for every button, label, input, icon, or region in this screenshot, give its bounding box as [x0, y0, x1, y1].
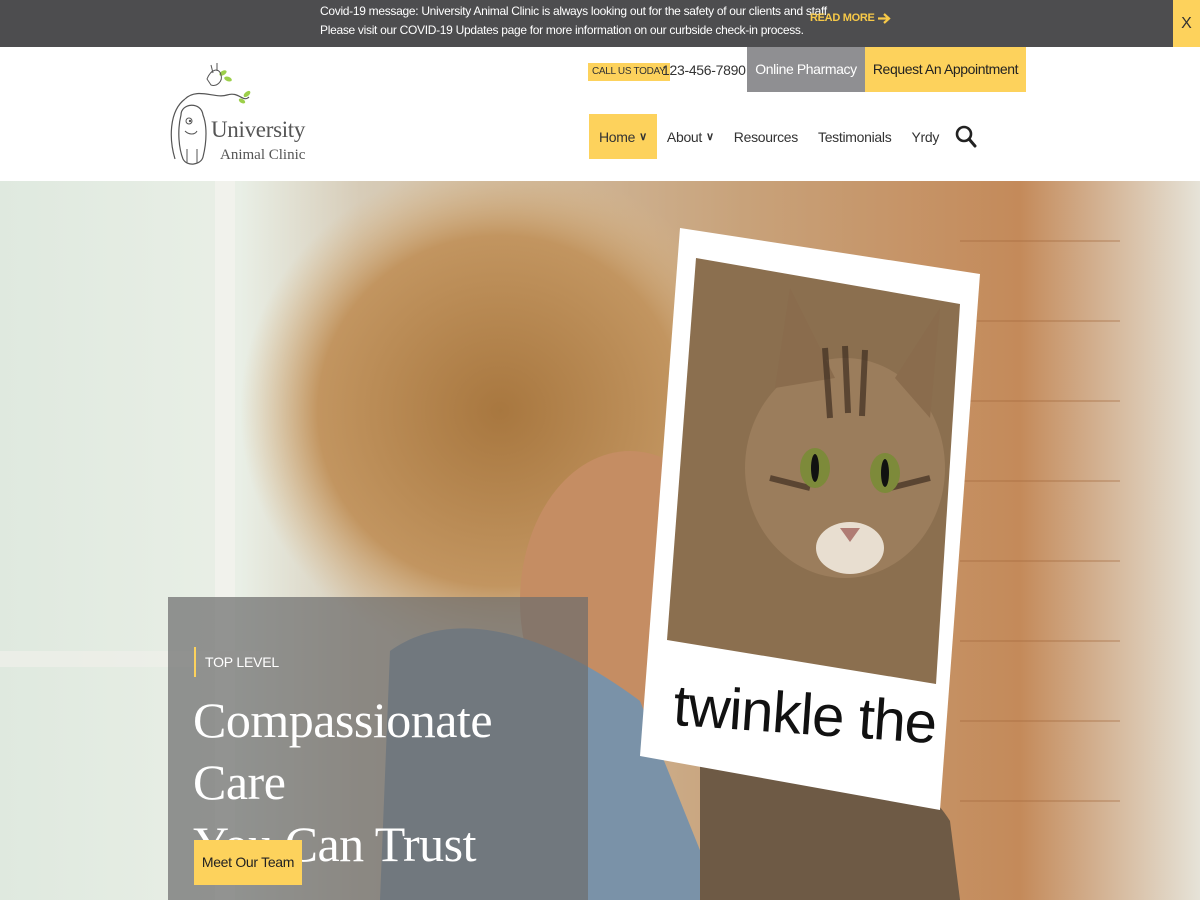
nav-item-resources[interactable]: Resources — [724, 114, 808, 159]
online-pharmacy-button[interactable]: Online Pharmacy — [747, 47, 865, 92]
hero-section: twinkle the TOP LEVEL Compassionate Care… — [0, 181, 1200, 900]
close-banner-button[interactable]: X — [1173, 0, 1200, 47]
hero-kicker: TOP LEVEL — [194, 647, 279, 677]
site-header: University Animal Clinic CALL US TODAY 1… — [0, 47, 1200, 181]
nav-item-home[interactable]: Home ∨ — [589, 114, 657, 159]
nav-item-home-label: Home — [599, 128, 636, 145]
hero-headline-line-1: Compassionate Care — [193, 692, 493, 810]
clinic-logo[interactable]: University Animal Clinic — [167, 59, 317, 171]
logo-subtitle: Animal Clinic — [220, 147, 306, 163]
close-icon: X — [1181, 15, 1192, 32]
read-more-label: READ MORE — [810, 12, 875, 24]
chevron-down-icon: ∨ — [706, 131, 714, 143]
read-more-link[interactable]: READ MORE — [810, 12, 891, 24]
call-us-badge: CALL US TODAY — [588, 63, 670, 81]
request-appointment-button[interactable]: Request An Appointment — [865, 47, 1026, 92]
nav-item-testimonials[interactable]: Testimonials — [808, 114, 901, 159]
nav-item-about-label: About — [666, 128, 703, 145]
covid-message: Covid-19 message: University Animal Clin… — [320, 2, 830, 40]
search-icon[interactable] — [953, 122, 979, 152]
chevron-down-icon: ∨ — [639, 131, 647, 143]
nav-item-yrdy[interactable]: Yrdy — [901, 114, 949, 159]
covid-message-line-2: Please visit our COVID-19 Updates page f… — [320, 23, 804, 37]
meet-our-team-button[interactable]: Meet Our Team — [194, 840, 302, 885]
logo-title: University — [211, 117, 306, 142]
phone-number[interactable]: 123-456-7890 — [662, 62, 746, 78]
covid-message-line-1: Covid-19 message: University Animal Clin… — [320, 4, 830, 18]
main-nav: Home ∨ About ∨ Resources Testimonials Yr… — [589, 114, 979, 159]
arrow-right-icon — [877, 12, 891, 24]
hero-card: TOP LEVEL Compassionate Care You Can Tru… — [168, 597, 588, 900]
covid-banner: Covid-19 message: University Animal Clin… — [0, 0, 1200, 47]
nav-item-about[interactable]: About ∨ — [657, 114, 724, 159]
